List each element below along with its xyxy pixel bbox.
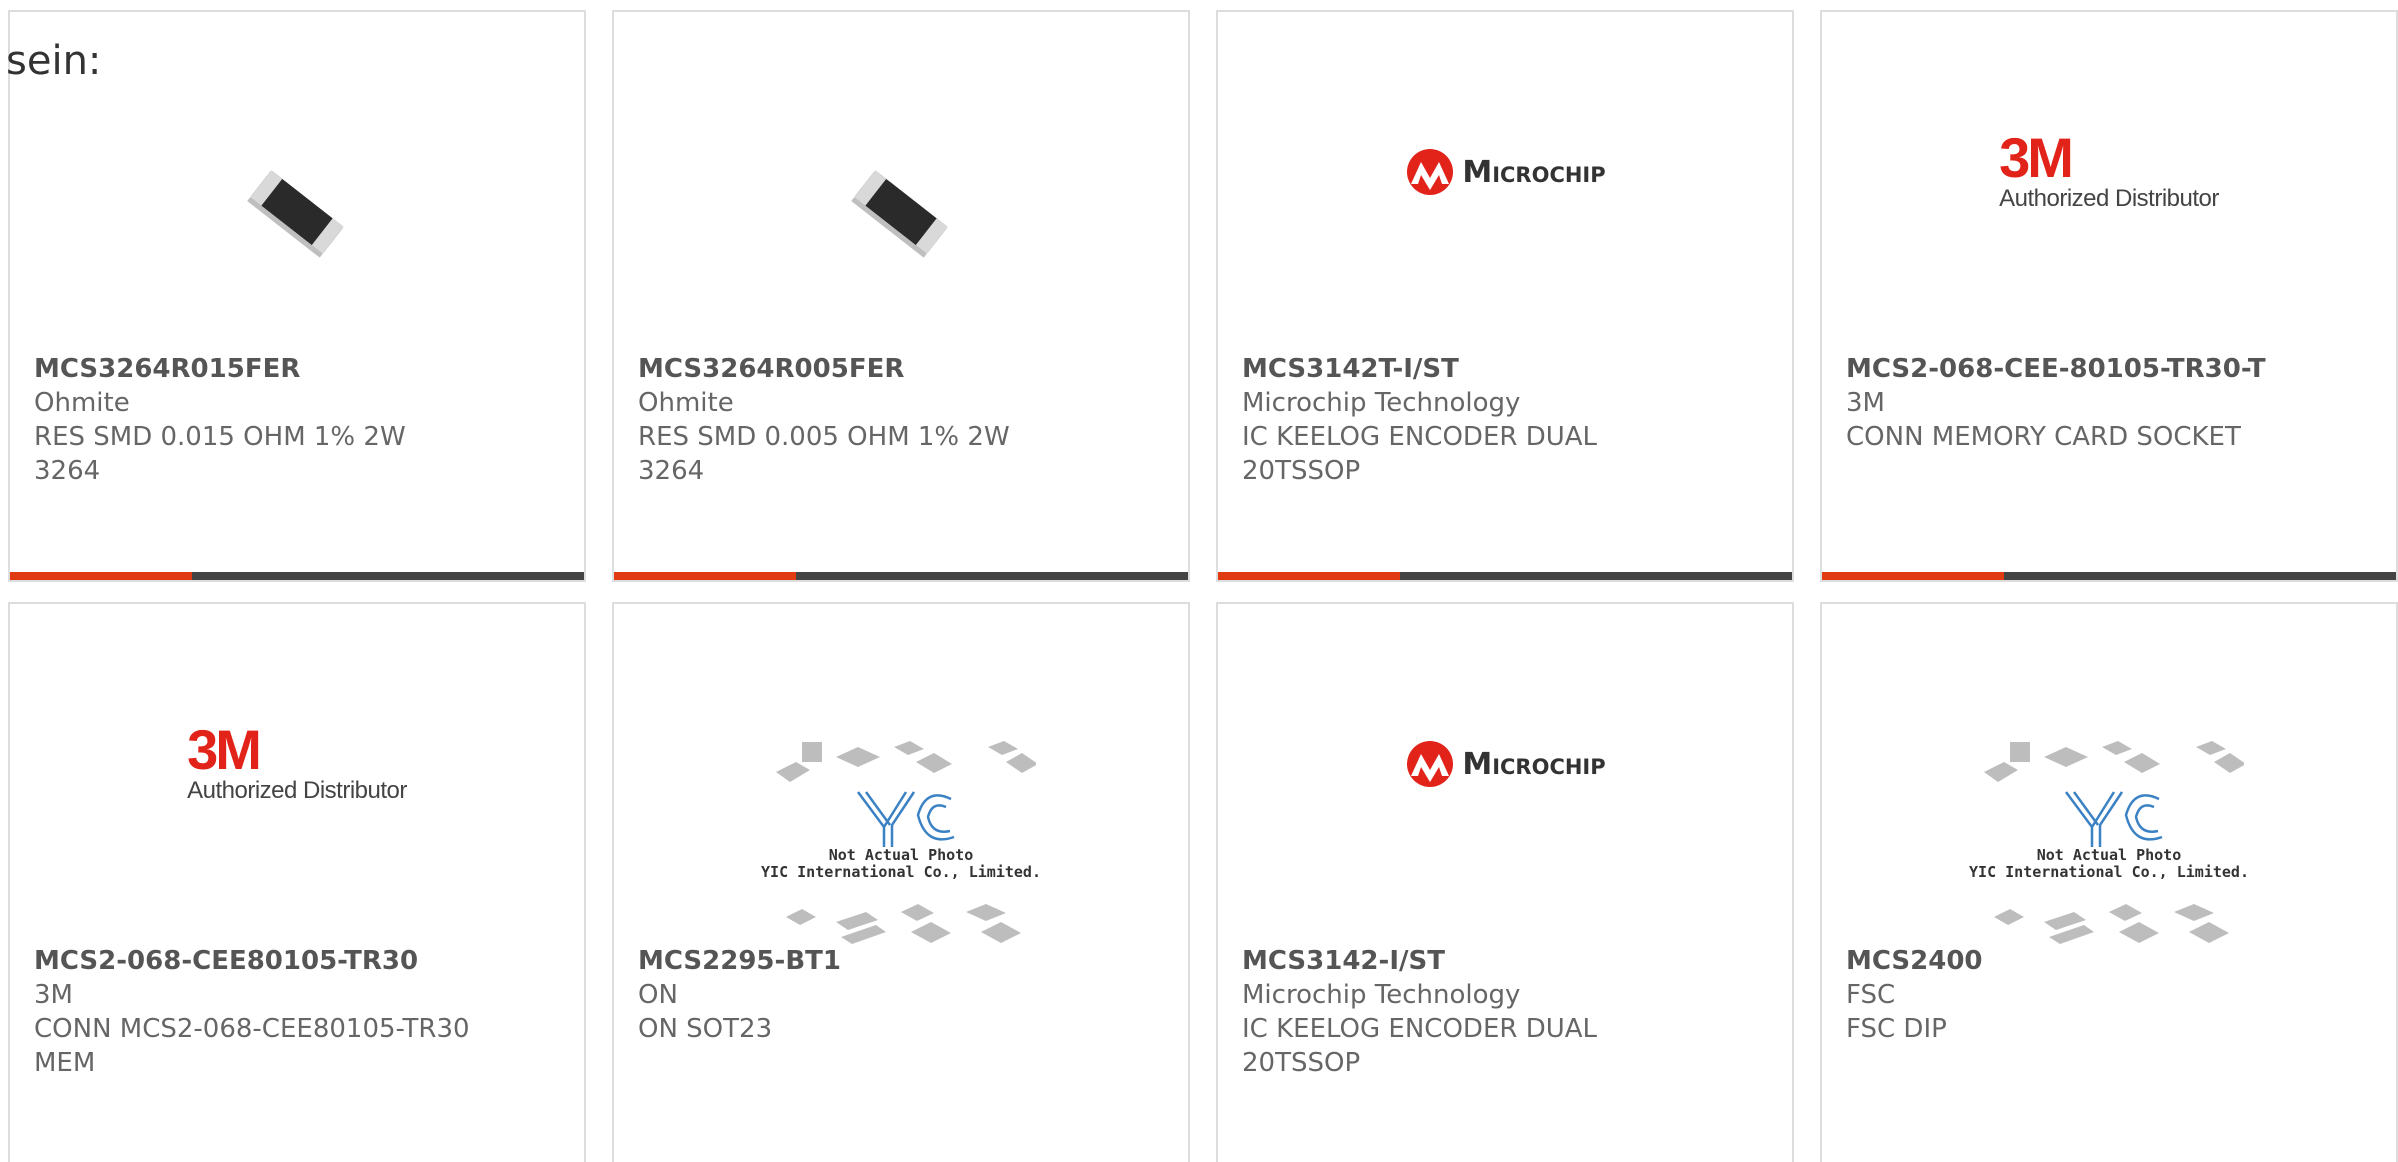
description-cont: MEM [34,1048,96,1078]
yic-note: Not Actual Photo YIC International Co., … [1969,847,2249,881]
3m-logo: 3M Authorized Distributor [1999,126,2219,213]
yic-note-line-1: Not Actual Photo [2036,846,2182,864]
card-accent [1822,572,2004,580]
product-image [10,112,584,312]
microchip-logo: Microchip [1404,740,1606,788]
manufacturer: Microchip Technology [1242,980,1521,1010]
product-card[interactable]: MCS3264R005FER Ohmite RES SMD 0.005 OHM … [612,10,1190,582]
3m-caption: Authorized Distributor [1999,185,2219,212]
yic-note-line-2: YIC International Co., Limited. [761,863,1041,881]
part-number[interactable]: MCS3142T-I/ST [1242,352,1772,386]
card-bottom-bar [10,572,584,580]
card-accent [614,572,796,580]
intro-text: sein: [6,38,102,84]
product-image: Microchip [1218,664,1792,864]
description-cont: 3264 [638,456,705,486]
microchip-wordmark: Microchip [1462,746,1606,782]
resistor-image [851,170,948,258]
yic-note: Not Actual Photo YIC International Co., … [761,847,1041,881]
product-card[interactable]: 3M Authorized Distributor MCS2-068-CEE80… [8,602,586,1162]
microchip-wordmark: Microchip [1462,154,1606,190]
product-card[interactable]: Not Actual Photo YIC International Co., … [1820,602,2398,1162]
part-number[interactable]: MCS3264R015FER [34,352,564,386]
product-card[interactable]: MCS3264R015FER Ohmite RES SMD 0.015 OHM … [8,10,586,582]
product-image [614,112,1188,312]
product-image: 3M Authorized Distributor [10,664,584,864]
part-number[interactable]: MCS3142-I/ST [1242,944,1772,978]
3m-logo: 3M Authorized Distributor [187,718,407,805]
description-cont: 20TSSOP [1242,1048,1361,1078]
manufacturer: Ohmite [638,388,734,418]
part-number[interactable]: MCS2295-BT1 [638,944,1168,978]
yic-placeholder: Not Actual Photo YIC International Co., … [761,737,1041,944]
card-accent [10,572,192,580]
product-image: Not Actual Photo YIC International Co., … [1822,689,2396,944]
3m-mark: 3M [187,718,262,781]
card-bottom-bar [1822,572,2396,580]
3m-caption: Authorized Distributor [187,777,407,804]
description: FSC DIP [1846,1014,1947,1044]
microchip-icon [1407,741,1454,787]
manufacturer: 3M [1846,388,1885,418]
description: CONN MCS2-068-CEE80105-TR30 [34,1014,470,1044]
description-cont: 20TSSOP [1242,456,1361,486]
description: CONN MEMORY CARD SOCKET [1846,422,2241,452]
product-image: Not Actual Photo YIC International Co., … [614,689,1188,944]
product-card[interactable]: Microchip MCS3142T-I/ST Microchip Techno… [1216,10,1794,582]
manufacturer: Ohmite [34,388,130,418]
description: RES SMD 0.015 OHM 1% 2W [34,422,406,452]
card-accent [1218,572,1400,580]
resistor-image [247,170,344,258]
product-card[interactable]: 3M Authorized Distributor MCS2-068-CEE-8… [1820,10,2398,582]
card-bottom-bar [614,572,1188,580]
product-card[interactable]: Microchip MCS3142-I/ST Microchip Technol… [1216,602,1794,1162]
product-card[interactable]: Not Actual Photo YIC International Co., … [612,602,1190,1162]
microchip-logo: Microchip [1404,148,1606,196]
product-image: 3M Authorized Distributor [1822,72,2396,272]
manufacturer: FSC [1846,980,1896,1010]
page: sein: MCS3264R015FER Ohmite RES SMD 0.01… [0,0,2398,1162]
part-number[interactable]: MCS3264R005FER [638,352,1168,386]
yic-note-line-2: YIC International Co., Limited. [1969,863,2249,881]
part-number[interactable]: MCS2400 [1846,944,2376,978]
manufacturer: ON [638,980,678,1010]
product-grid: MCS3264R015FER Ohmite RES SMD 0.015 OHM … [8,10,2398,1162]
description: ON SOT23 [638,1014,773,1044]
part-number[interactable]: MCS2-068-CEE-80105-TR30-T [1846,352,2376,386]
part-number[interactable]: MCS2-068-CEE80105-TR30 [34,944,564,978]
manufacturer: Microchip Technology [1242,388,1521,418]
product-image: Microchip [1218,72,1792,272]
description: RES SMD 0.005 OHM 1% 2W [638,422,1010,452]
description: IC KEELOG ENCODER DUAL [1242,422,1598,452]
yic-note-line-1: Not Actual Photo [828,846,974,864]
yic-placeholder: Not Actual Photo YIC International Co., … [1969,737,2249,944]
manufacturer: 3M [34,980,73,1010]
description: IC KEELOG ENCODER DUAL [1242,1014,1598,1044]
3m-mark: 3M [1999,126,2074,189]
microchip-icon [1407,149,1454,195]
card-bottom-bar [1218,572,1792,580]
description-cont: 3264 [34,456,101,486]
